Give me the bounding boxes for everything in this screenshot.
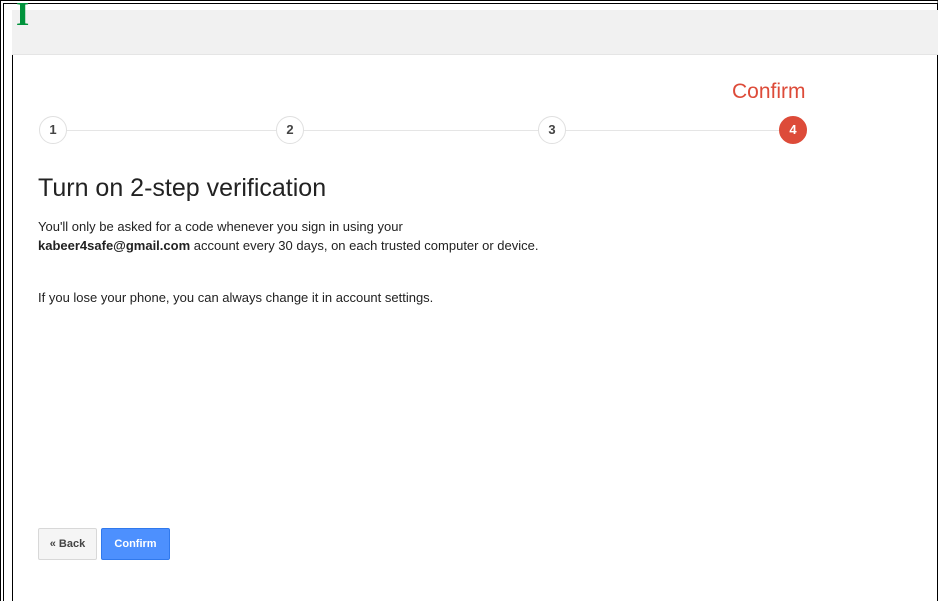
top-header-bar: IC xyxy=(12,0,938,55)
lost-phone-note: If you lose your phone, you can always c… xyxy=(38,290,434,305)
stepper-track xyxy=(52,130,792,131)
account-email: kabeer4safe@gmail.com xyxy=(38,238,191,253)
logo-letter-i: I xyxy=(16,0,30,32)
page-title: Turn on 2-step verification xyxy=(38,174,327,202)
info-text-after: account every 30 days, on each trusted c… xyxy=(193,238,539,253)
frame-inner-border xyxy=(12,10,13,601)
info-paragraph: You'll only be asked for a code whenever… xyxy=(38,217,558,255)
back-button[interactable]: « Back xyxy=(38,528,97,560)
step-3-indicator: 3 xyxy=(538,116,566,144)
google-logo-fragment: IC xyxy=(16,0,50,32)
step-2-indicator: 2 xyxy=(276,116,304,144)
step-1-indicator: 1 xyxy=(39,116,67,144)
confirm-button[interactable]: Confirm xyxy=(101,528,170,560)
info-text-before: You'll only be asked for a code whenever… xyxy=(38,219,403,234)
step-4-indicator: 4 xyxy=(779,116,807,144)
current-step-title: Confirm xyxy=(732,80,806,103)
